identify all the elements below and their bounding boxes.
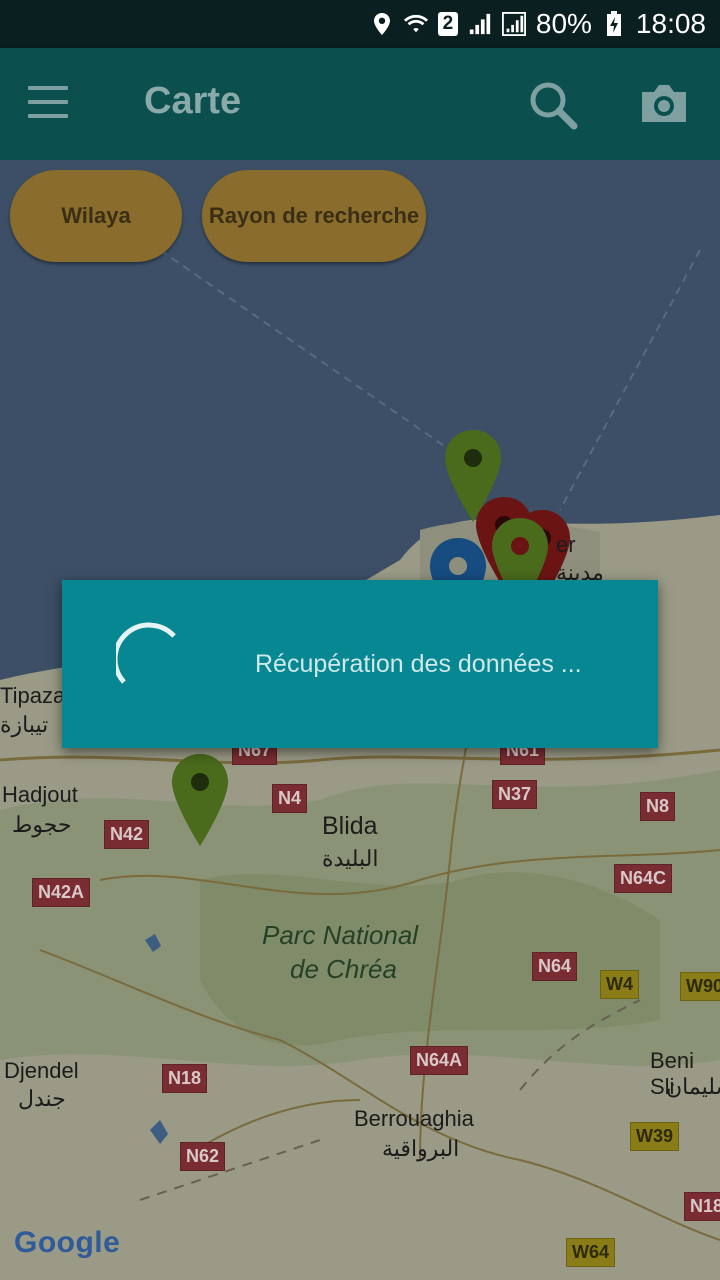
signal-2-icon xyxy=(501,12,526,36)
place-label: er xyxy=(556,532,576,557)
place-label: تيبازة xyxy=(0,712,49,737)
signal-icon xyxy=(469,13,491,35)
place-label: Berrouaghia xyxy=(354,1106,474,1131)
menu-icon[interactable] xyxy=(28,86,68,122)
road-shield: N8 xyxy=(640,792,676,821)
road-shield: N37 xyxy=(492,780,538,809)
search-icon[interactable] xyxy=(528,80,578,130)
status-bar: 2 80% 18:08 xyxy=(0,0,720,48)
camera-icon[interactable] xyxy=(638,82,690,126)
place-label: البليدة xyxy=(322,846,379,871)
google-logo: Google xyxy=(14,1226,120,1260)
app-bar: Carte xyxy=(0,48,720,160)
road-shield: W64 xyxy=(566,1238,616,1267)
loading-dialog: Récupération des données ... xyxy=(62,580,658,748)
place-label: Blida xyxy=(322,812,378,840)
road-shield: W4 xyxy=(600,970,639,999)
road-shield: N64C xyxy=(614,864,673,893)
rayon-button[interactable]: Rayon de recherche xyxy=(202,170,426,262)
rayon-label: Rayon de recherche xyxy=(208,203,420,228)
road-shield: N18 xyxy=(684,1192,720,1221)
page-title: Carte xyxy=(144,80,242,122)
road-shield: N64A xyxy=(410,1046,469,1075)
place-label: Tipaza xyxy=(0,683,66,708)
wilaya-button[interactable]: Wilaya xyxy=(10,170,182,262)
road-shield: N64 xyxy=(532,952,578,981)
place-label: Hadjout xyxy=(2,782,78,807)
loading-message: Récupération des données ... xyxy=(255,650,582,678)
wifi-icon xyxy=(403,14,428,33)
place-label: Parc National xyxy=(262,920,419,950)
place-label: de Chréa xyxy=(290,954,397,984)
road-shield: N42A xyxy=(32,878,91,907)
road-shield: N4 xyxy=(272,784,308,813)
battery-charging-icon xyxy=(606,11,621,36)
sim-badge: 2 xyxy=(437,12,458,36)
battery-percent: 80% xyxy=(535,8,592,39)
place-label: البرواقية xyxy=(382,1136,460,1161)
place-label: جندل xyxy=(18,1086,66,1111)
google-logo-text: Google xyxy=(14,1226,121,1259)
location-icon xyxy=(373,13,390,35)
clock: 18:08 xyxy=(635,8,706,39)
road-shield: N42 xyxy=(104,820,150,849)
road-shield: N62 xyxy=(180,1142,226,1171)
loading-spinner xyxy=(116,622,176,684)
road-shield: N18 xyxy=(162,1064,208,1093)
map-marker-green-3[interactable] xyxy=(170,752,230,848)
place-label: سليمان xyxy=(666,1074,720,1099)
wilaya-label: Wilaya xyxy=(61,203,131,228)
place-label: Djendel xyxy=(4,1058,79,1083)
road-shield: W39 xyxy=(630,1122,680,1151)
place-label: حجوط xyxy=(12,812,72,837)
road-shield: W90 xyxy=(680,972,720,1001)
